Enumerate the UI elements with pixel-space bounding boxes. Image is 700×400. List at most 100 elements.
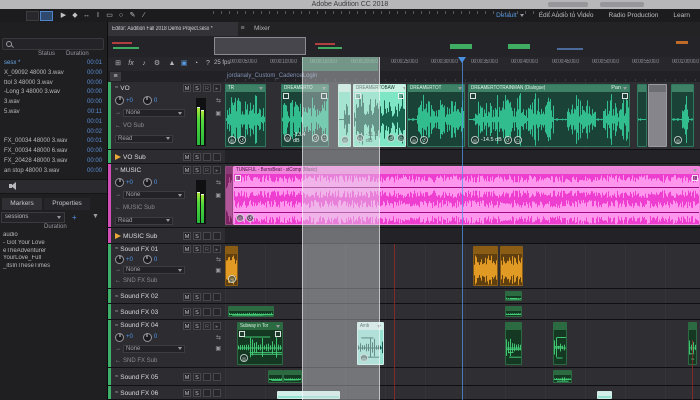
clip-notes-icon[interactable]: ▭ — [514, 136, 522, 144]
file-row[interactable]: FX_00034 48000 6.wav00:00 — [0, 147, 107, 157]
pan-knob[interactable] — [143, 96, 152, 105]
clip-gray[interactable] — [648, 84, 667, 147]
track-header-sound-fx-03[interactable]: ≈Sound FX 03MS — [108, 304, 225, 320]
record-arm-button[interactable]: R — [203, 322, 211, 330]
fade-handle-icon[interactable] — [275, 331, 281, 337]
mute-button[interactable]: M — [183, 153, 191, 161]
track-header-sound-fx-01[interactable]: ≈Sound FX 01MSR▸+00⇆→None▣←SND FX Sub — [108, 244, 225, 289]
settings-icon[interactable]: ⚙ — [151, 57, 163, 71]
panel-menu-icon[interactable]: ≡ — [238, 25, 247, 33]
solo-button[interactable]: S — [193, 166, 201, 174]
help-icon[interactable]: ? — [202, 57, 214, 71]
input-select[interactable]: None — [123, 266, 185, 274]
clip-music-end[interactable] — [225, 166, 233, 225]
clip-gain-knob-icon[interactable]: ◎ — [356, 134, 364, 142]
solo-button[interactable]: S — [193, 308, 201, 316]
clip-gain-knob-icon[interactable]: ◎ — [360, 354, 368, 362]
monitor-button[interactable]: ▸ — [213, 84, 221, 92]
file-row[interactable]: FX_00034 48000 3.wav00:01 — [0, 137, 107, 147]
clip-gain-knob-icon[interactable]: ◎ — [471, 136, 479, 144]
clip-amb[interactable]: Amb◎ — [357, 322, 384, 365]
clip-green[interactable] — [505, 306, 522, 317]
mute-button[interactable]: M — [183, 322, 191, 330]
clip-gain-knob-icon[interactable]: ◎ — [410, 136, 418, 144]
input-select[interactable]: None — [123, 191, 185, 199]
playhead-icon[interactable] — [458, 57, 466, 63]
solo-button[interactable]: S — [193, 322, 201, 330]
monitor-button[interactable] — [213, 373, 221, 381]
metronome-icon[interactable]: ▲ — [166, 57, 178, 71]
clip-stretch-icon[interactable]: ↺ — [420, 136, 428, 144]
clip-orange[interactable]: ◎ — [225, 246, 238, 286]
monitor-button[interactable]: ▸ — [213, 166, 221, 174]
clip-green[interactable] — [553, 322, 567, 365]
clip-dreamertobaw[interactable]: DREAMERTOBAW◎-11.1 dB↺▭ — [353, 84, 406, 147]
track-header-music-sub[interactable]: MUSIC SubMS — [108, 228, 225, 244]
waveform-view-toggle[interactable] — [26, 11, 39, 21]
fx-icon[interactable]: fx — [125, 57, 137, 71]
solo-button[interactable]: S — [193, 153, 201, 161]
solo-button[interactable]: S — [193, 373, 201, 381]
clip-gain-knob-icon[interactable]: ◎ — [228, 136, 236, 144]
clip-teal-sel[interactable] — [597, 391, 612, 399]
solo-button[interactable]: S — [193, 84, 201, 92]
add-icon[interactable]: + — [72, 213, 77, 222]
record-arm-button[interactable] — [203, 308, 211, 316]
monitor-button[interactable] — [213, 389, 221, 397]
track-controls-icon[interactable]: ⊞ — [112, 57, 124, 71]
navigator-range-box[interactable] — [214, 37, 306, 55]
record-arm-button[interactable]: R — [203, 166, 211, 174]
sessions-dropdown[interactable]: sessions — [1, 212, 65, 223]
clip-dreamertotrainman-dialogue-[interactable]: DREAMERTOTRAINMAN (Dialogue)Pan◎-14.5 dB… — [468, 84, 630, 147]
record-arm-button[interactable] — [203, 389, 211, 397]
session-row[interactable]: audio — [0, 232, 107, 240]
razor-tool-icon[interactable]: ◆ — [70, 9, 81, 22]
clip-stretch-icon[interactable]: ↺ — [246, 214, 254, 222]
solo-button[interactable]: S — [193, 389, 201, 397]
clip-notes-icon[interactable]: ▭ — [397, 134, 405, 142]
track-header-sound-fx-05[interactable]: ≈Sound FX 05MS — [108, 368, 225, 386]
monitor-button[interactable] — [213, 232, 221, 240]
file-row[interactable]: an stop 48000 3.wav00:00 — [0, 167, 107, 177]
file-row[interactable]: 00:01 — [0, 118, 107, 128]
clip-pan-dropdown[interactable]: Pan — [611, 85, 627, 92]
filter-funnel-icon[interactable]: ▼ — [92, 213, 99, 220]
search-input[interactable] — [2, 38, 104, 50]
file-row[interactable]: sesx *00:01 — [0, 59, 107, 69]
lasso-selection-tool-icon[interactable]: ○ — [116, 9, 127, 22]
clip-gain-knob-icon[interactable]: ◎ — [228, 275, 236, 283]
fade-handle-icon[interactable] — [355, 93, 361, 99]
record-arm-button[interactable] — [203, 153, 211, 161]
clip-green[interactable] — [553, 370, 572, 383]
fade-handle-icon[interactable] — [622, 93, 628, 99]
clock-icon[interactable]: ◔ — [190, 57, 202, 71]
mute-button[interactable]: M — [183, 232, 191, 240]
clip-gain-knob-icon[interactable]: ◎ — [240, 354, 248, 362]
volume-knob[interactable] — [115, 178, 124, 187]
input-select[interactable]: None — [123, 109, 185, 117]
clip-stretch-icon[interactable]: ↺ — [312, 134, 319, 142]
input-select[interactable]: None — [123, 345, 185, 353]
track-header-vo[interactable]: ≈VOMSR▸+00⇆→None▣←VO SubRead — [108, 82, 225, 150]
monitor-button[interactable] — [213, 308, 221, 316]
multitrack-view-toggle[interactable] — [40, 11, 53, 21]
spot-healing-brush-tool-icon[interactable]: ✎ — [127, 9, 138, 22]
clip-stretch-icon[interactable]: ↺ — [238, 136, 246, 144]
clip-tr[interactable]: TR◎↺ — [225, 84, 266, 147]
clip-notes-icon[interactable]: ▭ — [321, 134, 328, 142]
pan-knob[interactable] — [143, 255, 152, 264]
mute-button[interactable]: M — [183, 245, 191, 253]
track-header-sound-fx-02[interactable]: ≈Sound FX 02MS — [108, 289, 225, 304]
monitor-icon[interactable]: ▣ — [178, 57, 190, 71]
automation-mode-select[interactable]: Read — [115, 135, 173, 143]
tab-properties[interactable]: Properties — [44, 198, 90, 210]
clip-green[interactable] — [505, 322, 522, 365]
move-tool-icon[interactable]: ▶ — [58, 9, 69, 22]
file-row[interactable]: 00:02 — [0, 128, 107, 138]
chevron-down-icon[interactable] — [377, 325, 381, 328]
clip-green[interactable] — [505, 291, 522, 301]
session-row[interactable]: YourLove_Full — [0, 255, 107, 263]
marquee-selection-tool-icon[interactable]: ▭ — [104, 9, 115, 22]
fade-handle-icon[interactable] — [398, 93, 404, 99]
clip-wash[interactable] — [283, 370, 302, 383]
